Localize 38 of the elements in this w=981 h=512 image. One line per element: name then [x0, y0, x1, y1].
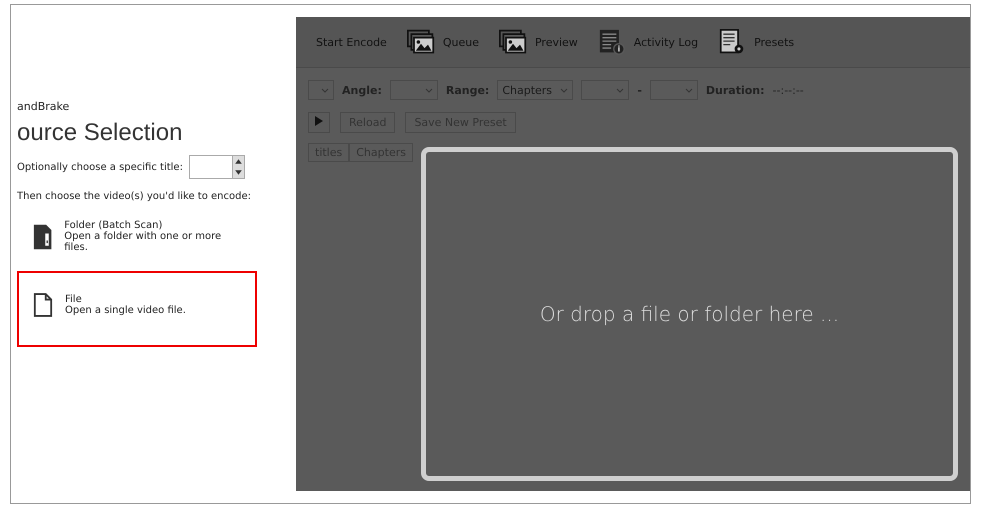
document-icon	[33, 291, 53, 319]
toolbar-button[interactable]: Start Encode	[308, 34, 395, 50]
range-value: Chapters	[502, 84, 552, 96]
toolbar-button[interactable]: Presets	[710, 27, 802, 57]
title-spinner[interactable]	[188, 155, 245, 179]
option-description: Open a folder with one or more files.	[64, 231, 222, 253]
stacked-pictures-icon	[406, 29, 435, 55]
range-dropdown[interactable]: Chapters	[497, 80, 574, 100]
play-button[interactable]	[308, 112, 330, 133]
toolbar-button[interactable]: Queue	[398, 27, 487, 57]
angle-label: Angle:	[342, 84, 382, 96]
pictures-icon	[498, 29, 527, 55]
source-option[interactable]: File Open a single video file.	[17, 271, 257, 347]
range-label: Range:	[446, 84, 490, 96]
log-info-icon	[598, 29, 626, 55]
option-title: Folder (Batch Scan)	[64, 220, 164, 231]
duration-label: Duration:	[706, 84, 765, 96]
chevron-down-icon	[424, 88, 433, 92]
option-title: File	[65, 294, 83, 305]
chevron-down-icon	[616, 88, 624, 92]
encode-prompt: Then choose the video(s) you'd like to encode:	[17, 191, 251, 202]
title-prompt: Optionally choose a specific title:	[17, 162, 183, 172]
drop-zone-text: Or drop a file or folder here ...	[540, 302, 840, 326]
chevron-down-icon	[684, 88, 693, 92]
chevron-down-icon	[321, 88, 329, 92]
app-title: andBrake	[17, 100, 70, 113]
range-separator: -	[637, 84, 642, 96]
panel-heading: ource Selection	[17, 119, 182, 147]
duration-value: --:--:--	[772, 84, 804, 96]
source-option[interactable]: Folder (Batch Scan) Open a folder with one or more files.	[17, 208, 257, 265]
play-icon	[315, 116, 323, 126]
option-description: Open a single video file.	[65, 305, 186, 316]
toolbar-button[interactable]: Activity Log	[590, 27, 706, 57]
drop-zone[interactable]: Or drop a file or folder here ...	[420, 147, 958, 481]
toolbar-button[interactable]: Preview	[490, 27, 586, 57]
folder-icon	[33, 222, 52, 250]
range-start-dropdown[interactable]	[581, 80, 630, 100]
chevron-down-icon	[560, 88, 568, 92]
